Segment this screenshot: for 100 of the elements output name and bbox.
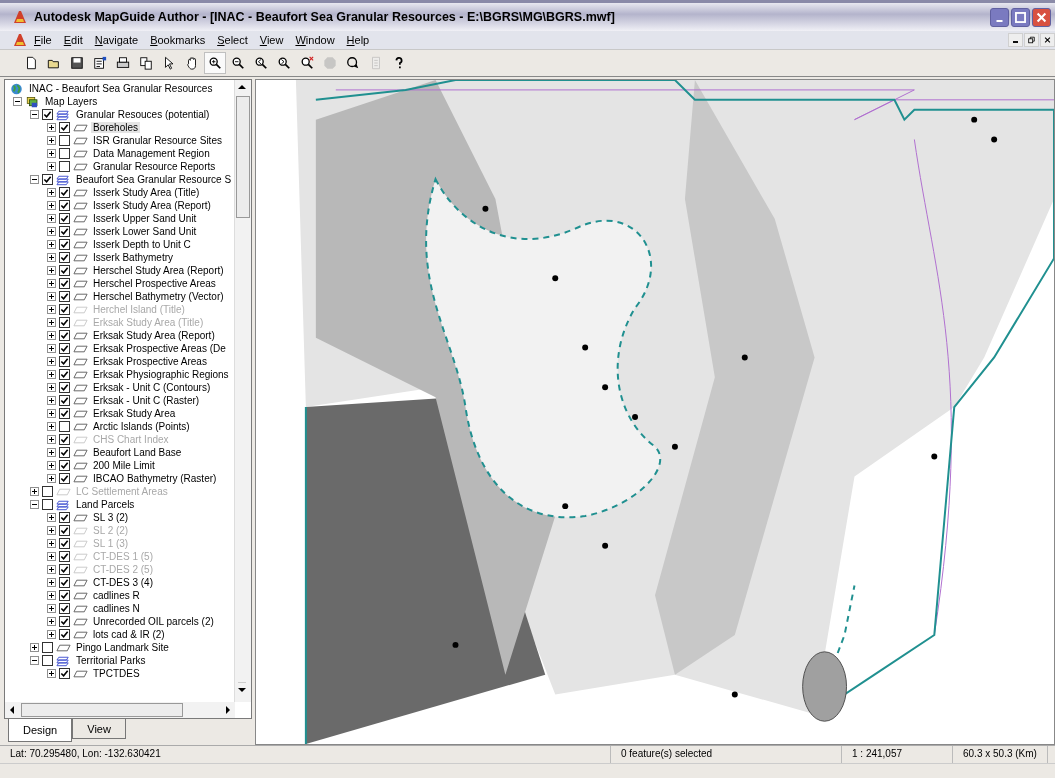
checkbox[interactable] xyxy=(42,655,53,666)
checkbox[interactable] xyxy=(42,486,53,497)
tree-item[interactable]: Erksak Study Area (Report) xyxy=(91,330,217,341)
expand-icon[interactable] xyxy=(47,604,56,613)
checkbox[interactable] xyxy=(59,421,70,432)
expand-icon[interactable] xyxy=(47,370,56,379)
menu-item[interactable]: File xyxy=(28,34,58,46)
expand-icon[interactable] xyxy=(47,305,56,314)
expand-icon[interactable] xyxy=(30,643,39,652)
tree-item[interactable]: TPCTDES xyxy=(91,668,142,679)
expand-icon[interactable] xyxy=(47,565,56,574)
checkbox[interactable] xyxy=(59,356,70,367)
expand-icon[interactable] xyxy=(47,266,56,275)
collapse-icon[interactable] xyxy=(30,656,39,665)
expand-icon[interactable] xyxy=(47,331,56,340)
tree-item[interactable]: Erksak Prospective Areas xyxy=(91,356,209,367)
checkbox[interactable] xyxy=(59,616,70,627)
checkbox[interactable] xyxy=(59,304,70,315)
tree-item[interactable]: Map Layers xyxy=(43,96,100,107)
tree-item[interactable]: Land Parcels xyxy=(74,499,137,510)
collapse-icon[interactable] xyxy=(30,110,39,119)
checkbox[interactable] xyxy=(59,122,70,133)
expand-icon[interactable] xyxy=(47,253,56,262)
checkbox[interactable] xyxy=(59,525,70,536)
checkbox[interactable] xyxy=(59,161,70,172)
document-restore-button[interactable] xyxy=(1024,33,1039,47)
checkbox[interactable] xyxy=(59,512,70,523)
expand-icon[interactable] xyxy=(47,591,56,600)
up-arrow-icon[interactable] xyxy=(238,85,246,89)
expand-icon[interactable] xyxy=(47,474,56,483)
expand-icon[interactable] xyxy=(47,448,56,457)
panel-tab[interactable]: Design xyxy=(8,719,73,742)
menu-item[interactable]: Bookmarks xyxy=(144,34,212,46)
tree-item[interactable]: Beaufort Sea Granular Resource S xyxy=(74,174,234,185)
expand-icon[interactable] xyxy=(47,526,56,535)
checkbox[interactable] xyxy=(59,551,70,562)
expand-icon[interactable] xyxy=(47,422,56,431)
checkbox[interactable] xyxy=(59,460,70,471)
expand-icon[interactable] xyxy=(47,578,56,587)
collapse-icon[interactable] xyxy=(13,97,22,106)
menu-item[interactable]: Select xyxy=(211,34,254,46)
tree-item[interactable]: Erksak Study Area xyxy=(91,408,178,419)
tree-item[interactable]: ISR Granular Resource Sites xyxy=(91,135,224,146)
collapse-icon[interactable] xyxy=(30,500,39,509)
menu-item[interactable]: Navigate xyxy=(88,34,145,46)
minimize-button[interactable] xyxy=(990,7,1009,27)
scrollbar-thumb[interactable] xyxy=(21,703,183,717)
tree-item[interactable]: Beaufort Land Base xyxy=(91,447,184,458)
tree-item[interactable]: Isserk Upper Sand Unit xyxy=(91,213,199,224)
checkbox[interactable] xyxy=(42,499,53,510)
checkbox[interactable] xyxy=(42,109,53,120)
tree-item[interactable]: Granular Resource Reports xyxy=(91,161,218,172)
tree-item[interactable]: CT-DES 3 (4) xyxy=(91,577,155,588)
tree-item[interactable]: cadlines R xyxy=(91,590,142,601)
tree-item[interactable]: Isserk Lower Sand Unit xyxy=(91,226,199,237)
right-arrow-icon[interactable] xyxy=(226,706,230,714)
checkbox[interactable] xyxy=(59,564,70,575)
tree-item[interactable]: Granular Resouces (potential) xyxy=(74,109,212,120)
expand-icon[interactable] xyxy=(47,630,56,639)
expand-icon[interactable] xyxy=(47,344,56,353)
checkbox[interactable] xyxy=(59,187,70,198)
checkbox[interactable] xyxy=(42,174,53,185)
expand-icon[interactable] xyxy=(47,435,56,444)
tree-item[interactable]: Erksak - Unit C (Contours) xyxy=(91,382,213,393)
checkbox[interactable] xyxy=(59,278,70,289)
expand-icon[interactable] xyxy=(47,669,56,678)
checkbox[interactable] xyxy=(59,434,70,445)
checkbox[interactable] xyxy=(59,382,70,393)
expand-icon[interactable] xyxy=(47,214,56,223)
close-button[interactable] xyxy=(1032,7,1051,27)
checkbox[interactable] xyxy=(42,642,53,653)
tree-item[interactable]: Isserk Depth to Unit C xyxy=(91,239,193,250)
checkbox[interactable] xyxy=(59,447,70,458)
checkbox[interactable] xyxy=(59,148,70,159)
tree-item[interactable]: cadlines N xyxy=(91,603,142,614)
checkbox[interactable] xyxy=(59,252,70,263)
tree-item[interactable]: Erksak Prospective Areas (De xyxy=(91,343,228,354)
tree-item[interactable]: INAC - Beaufort Sea Granular Resources xyxy=(27,83,215,94)
expand-icon[interactable] xyxy=(47,162,56,171)
menu-item[interactable]: View xyxy=(253,34,290,46)
tree-item[interactable]: Isserk Study Area (Report) xyxy=(91,200,213,211)
tree-item[interactable]: Isserk Bathymetry xyxy=(91,252,176,263)
document-minimize-button[interactable] xyxy=(1008,33,1023,47)
expand-icon[interactable] xyxy=(47,201,56,210)
left-arrow-icon[interactable] xyxy=(10,706,14,714)
expand-icon[interactable] xyxy=(47,136,56,145)
menu-item[interactable]: Edit xyxy=(57,34,89,46)
tree-item[interactable]: Erksak - Unit C (Raster) xyxy=(91,395,202,406)
checkbox[interactable] xyxy=(59,226,70,237)
expand-icon[interactable] xyxy=(47,240,56,249)
tree-item[interactable]: lots cad & IR (2) xyxy=(91,629,167,640)
checkbox[interactable] xyxy=(59,265,70,276)
tree-item[interactable]: IBCAO Bathymetry (Raster) xyxy=(91,473,219,484)
tree-item[interactable]: Pingo Landmark Site xyxy=(74,642,171,653)
checkbox[interactable] xyxy=(59,317,70,328)
checkbox[interactable] xyxy=(59,538,70,549)
tree-item[interactable]: Unrecorded OIL parcels (2) xyxy=(91,616,216,627)
checkbox[interactable] xyxy=(59,239,70,250)
checkbox[interactable] xyxy=(59,408,70,419)
checkbox[interactable] xyxy=(59,291,70,302)
